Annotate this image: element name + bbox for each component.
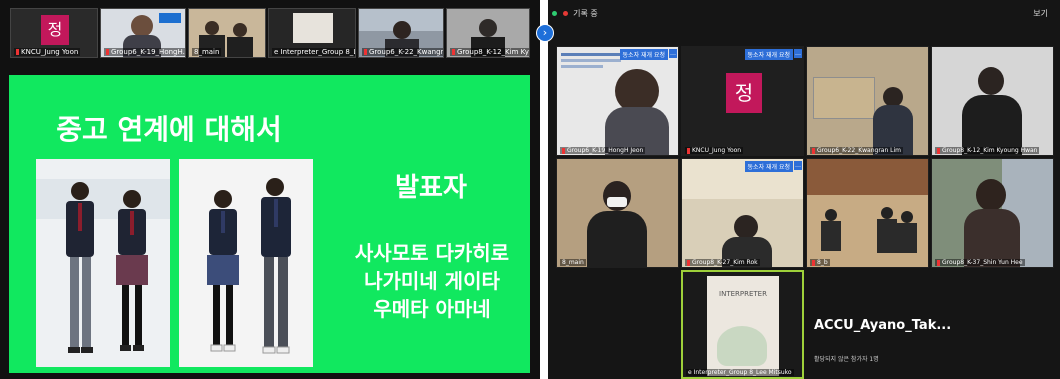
person-head-icon bbox=[734, 215, 758, 239]
mic-muted-icon bbox=[16, 49, 19, 55]
person-head-icon bbox=[883, 87, 903, 107]
participant-name: KNCU_Jung Yoon bbox=[692, 147, 742, 154]
mic-muted-icon bbox=[812, 147, 815, 154]
record-label: 기록 중 bbox=[573, 9, 598, 18]
person-body-icon bbox=[227, 37, 253, 57]
video-tile[interactable]: 8_b bbox=[806, 158, 929, 268]
participant-name: Group6_K-22_Kwangran Lim bbox=[817, 147, 902, 154]
recording-indicator[interactable]: 기록 중 bbox=[552, 8, 598, 20]
mic-muted-icon bbox=[687, 147, 690, 154]
person-head-icon bbox=[131, 15, 153, 37]
person-head-icon bbox=[976, 179, 1006, 211]
logo-badge bbox=[159, 13, 181, 23]
participant-name: 8_main bbox=[562, 259, 584, 266]
participant-thumb[interactable]: e Interpreter_Group 8_Le... bbox=[268, 8, 356, 58]
participant-thumb[interactable]: 정 KNCU_Jung Yoon bbox=[10, 8, 98, 58]
caption-request-button[interactable]: 동소자 재개 요청 bbox=[744, 161, 793, 172]
person-body-icon bbox=[587, 211, 647, 267]
interpreter-text: INTERPRETER bbox=[719, 290, 767, 298]
video-tile[interactable]: 동소자 재개 요청 … Group8_K-27_Kim Rok bbox=[681, 158, 804, 268]
mic-muted-icon bbox=[106, 49, 109, 55]
video-tile[interactable]: Group6_K-22_Kwangran Lim bbox=[806, 46, 929, 156]
shared-screen-panel: 정 KNCU_Jung Yoon Group6_K-19_HongH... 8_… bbox=[0, 0, 540, 379]
chevron-right-icon[interactable]: › bbox=[536, 24, 554, 42]
mic-muted-icon bbox=[937, 147, 940, 154]
presenter-name: 나가미네 게이타 bbox=[364, 269, 500, 293]
presenter-name: 사사모토 다카히로 bbox=[354, 241, 510, 265]
students-photo-1 bbox=[36, 159, 170, 367]
slide-title: 중고 연계에 대해서 bbox=[56, 113, 282, 146]
mic-muted-icon bbox=[937, 259, 940, 266]
caption-request-button[interactable]: 동소자 재개 요청 bbox=[744, 49, 793, 60]
interpreter-card bbox=[293, 13, 333, 43]
gallery-view-panel: 기록 중 보기 › 동소자 재개 요청 … Group6_K-19_HongH … bbox=[536, 0, 1060, 379]
mic-muted-icon bbox=[452, 49, 455, 55]
participant-thumb[interactable]: Group6_K-19_HongH... bbox=[100, 8, 186, 58]
more-icon[interactable]: … bbox=[794, 49, 802, 58]
participant-name: Group8_K-27_Kim Rok bbox=[692, 259, 758, 266]
video-tile[interactable]: 정 동소자 재개 요청 … KNCU_Jung Yoon bbox=[681, 46, 804, 156]
mic-muted-icon bbox=[364, 49, 367, 55]
students-illustration bbox=[36, 159, 170, 367]
avatar: 정 bbox=[726, 73, 762, 113]
participant-name: Group6_K-22_Kwangran... bbox=[369, 48, 444, 56]
person-body-icon bbox=[897, 223, 917, 253]
record-dot-icon bbox=[562, 11, 568, 16]
avatar: 정 bbox=[41, 15, 69, 45]
flower-image bbox=[717, 326, 767, 366]
schoolyard-image bbox=[813, 77, 875, 119]
caption-request-button[interactable]: 동소자 재개 요청 bbox=[619, 49, 668, 60]
person-head-icon bbox=[205, 21, 219, 35]
participant-name: Group8_K-12_Kim Kyoung Hwan bbox=[942, 147, 1038, 154]
participant-name: e Interpreter_Group 8_Le... bbox=[274, 48, 356, 56]
shared-slide: 중고 연계에 대해서 발표자 사사모토 다카히로 나가미네 게이타 우메타 아마… bbox=[9, 75, 530, 373]
wall-background bbox=[807, 159, 928, 195]
participant-thumb[interactable]: Group8_K-12_Kim Kyo... bbox=[446, 8, 530, 58]
interpreter-card: INTERPRETER bbox=[707, 276, 779, 376]
screen-text bbox=[561, 53, 621, 73]
more-icon[interactable]: … bbox=[669, 49, 677, 58]
status-dot-icon bbox=[552, 11, 557, 16]
person-body-icon bbox=[877, 219, 897, 253]
person-head-icon bbox=[479, 19, 497, 37]
person-head-icon bbox=[901, 211, 913, 223]
mask-icon bbox=[607, 197, 627, 207]
students-illustration bbox=[179, 159, 313, 367]
mic-muted-icon bbox=[812, 259, 815, 266]
person-head-icon bbox=[881, 207, 893, 219]
participant-name: Group6_K-19_HongH... bbox=[111, 48, 186, 56]
view-button[interactable]: 보기 bbox=[1033, 8, 1048, 19]
video-tile[interactable]: 8_main bbox=[556, 158, 679, 268]
students-photo-2 bbox=[179, 159, 313, 367]
active-speaker-name: ACCU_Ayano_Tak... bbox=[814, 318, 952, 333]
person-body-icon bbox=[821, 221, 841, 251]
presenter-heading: 발표자 bbox=[395, 173, 467, 203]
person-head-icon bbox=[393, 21, 411, 39]
participant-name: KNCU_Jung Yoon bbox=[21, 48, 79, 56]
participant-name: Group6_K-19_HongH Jeon bbox=[567, 147, 644, 154]
person-head-icon bbox=[825, 209, 837, 221]
mic-muted-icon bbox=[562, 147, 565, 154]
video-tile-active[interactable]: INTERPRETER e Interpreter_Group 8_Lee Mi… bbox=[681, 270, 804, 379]
participant-thumb[interactable]: Group6_K-22_Kwangran... bbox=[358, 8, 444, 58]
participant-name: 8_b bbox=[817, 259, 828, 266]
participant-name: e Interpreter_Group 8_Lee Mitsuko bbox=[688, 369, 792, 376]
more-icon[interactable]: … bbox=[794, 161, 802, 170]
video-tile[interactable]: Group8_K-37_Shin Yun Hee bbox=[931, 158, 1054, 268]
participant-name: Group8_K-12_Kim Kyo... bbox=[457, 48, 529, 56]
video-tile[interactable]: 동소자 재개 요청 … Group6_K-19_HongH Jeon bbox=[556, 46, 679, 156]
participant-name: Group8_K-37_Shin Yun Hee bbox=[942, 259, 1023, 266]
person-head-icon bbox=[233, 23, 247, 37]
video-tile[interactable]: Group8_K-12_Kim Kyoung Hwan bbox=[931, 46, 1054, 156]
unassigned-participants: 활당되지 않은 참가자 1명 bbox=[814, 356, 879, 363]
mic-muted-icon bbox=[687, 259, 690, 266]
participant-name: 8_main bbox=[194, 48, 220, 56]
presenter-name: 우메타 아마네 bbox=[373, 297, 491, 321]
person-head-icon bbox=[978, 67, 1004, 95]
participant-thumb[interactable]: 8_main bbox=[188, 8, 266, 58]
